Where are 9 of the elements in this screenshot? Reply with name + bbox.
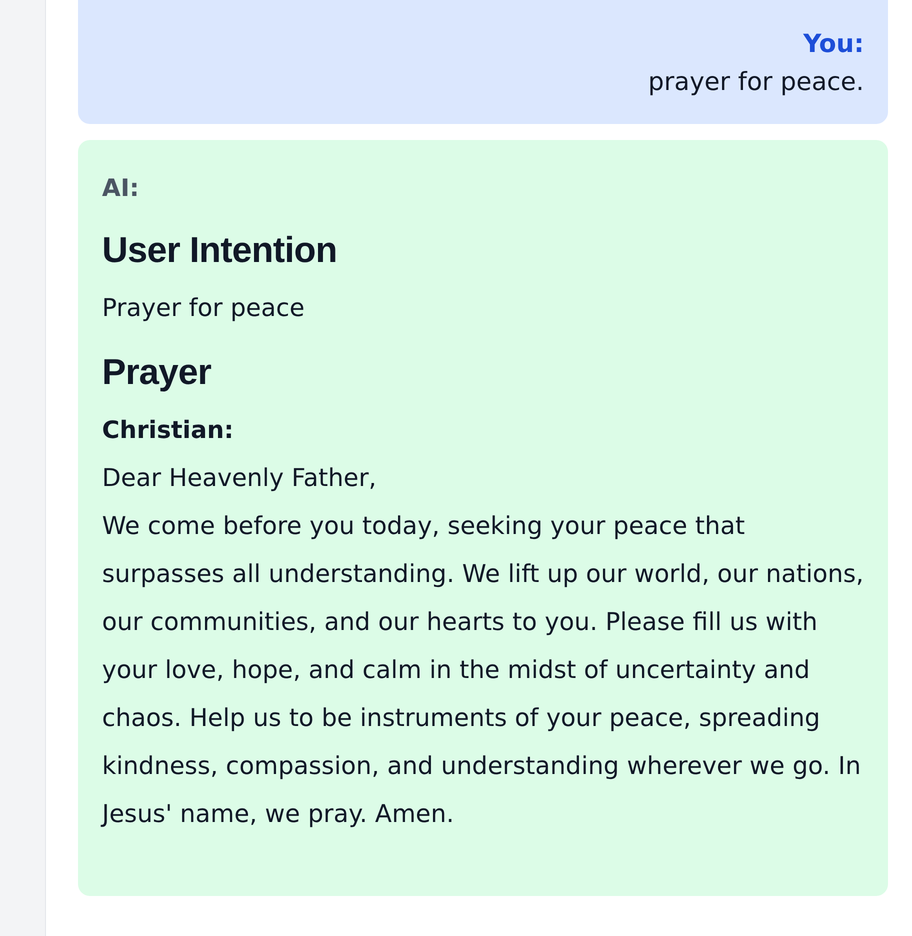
message-text: prayer for peace.: [648, 66, 864, 98]
speaker-label: AI:: [102, 173, 140, 204]
prayer-label: Christian:: [102, 415, 235, 446]
body-text: Prayer for peace: [102, 292, 306, 324]
section-heading: Prayer: [102, 350, 212, 394]
speaker-label: You:: [803, 28, 864, 60]
body-text: Dear Heavenly Father,: [102, 462, 378, 494]
section-heading: User Intention: [102, 228, 338, 272]
body-text: We come before you today, seeking your peace that surpasses all understanding. We lift up our world, our nations, our communities, and our hearts to you. Please fill us with your love, hope, and calm in the midst of uncertainty and chaos. Help us to be instruments of your peace, spreading kindness, compassion, and understanding wherever we go. In Jesus' name, we pray. Amen.: [102, 510, 864, 830]
